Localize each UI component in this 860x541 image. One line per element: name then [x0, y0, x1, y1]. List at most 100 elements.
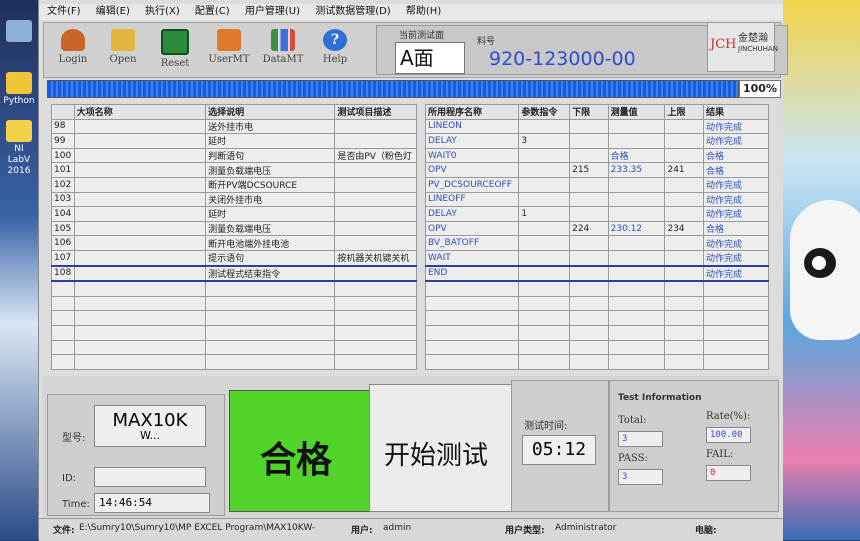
table-cell — [73, 147, 207, 164]
id-field[interactable] — [94, 467, 206, 487]
table-cell — [607, 206, 666, 222]
table-cell — [664, 191, 705, 208]
table-cell — [73, 280, 207, 297]
table-row[interactable]: DELAY 3 动作完成 — [424, 133, 769, 149]
table-row[interactable]: PV_DCSOURCEOFF 动作完成 — [424, 176, 769, 193]
table-cell — [73, 354, 207, 370]
desktop-icon-python[interactable]: Python — [2, 72, 36, 107]
table-cell: 234 — [664, 220, 705, 237]
table-row[interactable] — [424, 339, 769, 356]
table-row[interactable]: 105 测量负载端电压 — [51, 220, 417, 237]
menu-test-data[interactable]: 测试数据管理(D) — [315, 4, 391, 20]
table-cell — [607, 295, 666, 312]
table-cell: 103 — [51, 191, 75, 208]
desktop-icon-labview[interactable]: NI LabV 2016 — [2, 120, 36, 177]
table-cell — [334, 310, 417, 326]
table-row[interactable] — [51, 280, 417, 297]
table-cell — [703, 324, 769, 341]
table-row[interactable]: DELAY 1 动作完成 — [424, 206, 769, 222]
time-label: Time: — [62, 499, 90, 510]
table-cell — [518, 162, 571, 178]
table-cell: 动作完成 — [703, 235, 769, 251]
table-row[interactable] — [51, 310, 417, 326]
open-label: Open — [109, 54, 137, 65]
menu-user-mgmt[interactable]: 用户管理(U) — [245, 4, 300, 20]
table-row[interactable] — [51, 339, 417, 356]
menu-help[interactable]: 帮助(H) — [406, 4, 441, 20]
open-button[interactable]: Open — [100, 29, 146, 65]
table-cell — [334, 339, 417, 356]
table-row[interactable]: 107 提示语句 按机器关机键关机 — [51, 249, 417, 267]
table-row[interactable]: LINEON 动作完成 — [424, 118, 769, 135]
user-type-value: Administrator — [555, 523, 617, 533]
table-cell — [518, 249, 571, 267]
usermt-button[interactable]: UserMT — [206, 29, 252, 65]
menu-file[interactable]: 文件(F) — [47, 4, 81, 20]
table-row[interactable]: 102 断开PV端DCSOURCE — [51, 176, 417, 193]
table-cell: 108 — [51, 264, 75, 283]
table-row[interactable]: 98 送外挂市电 — [51, 118, 417, 135]
table-cell — [569, 191, 609, 208]
help-button[interactable]: ? Help — [312, 29, 358, 65]
table-row[interactable]: 101 测量负载端电压 — [51, 162, 417, 178]
table-cell — [664, 324, 705, 341]
file-label: 文件: — [53, 526, 75, 536]
table-cell: 230.12 — [607, 220, 666, 237]
table-cell — [569, 133, 609, 149]
table-cell: 按机器关机键关机 — [334, 249, 417, 267]
table-row[interactable] — [424, 310, 769, 326]
table-row[interactable]: LINEOFF 动作完成 — [424, 191, 769, 208]
table-cell — [607, 235, 666, 251]
table-cell: 合格 — [703, 162, 769, 178]
start-test-button[interactable]: 开始测试 — [369, 384, 513, 512]
table-cell: 224 — [569, 220, 609, 237]
table-cell — [51, 280, 75, 297]
table-row[interactable] — [424, 280, 769, 297]
table-cell — [518, 339, 571, 356]
table-row[interactable]: 99 延时 — [51, 133, 417, 149]
col-header-program: 所用程序名称 — [424, 104, 520, 120]
login-button[interactable]: Login — [50, 29, 96, 65]
table-cell — [73, 176, 207, 193]
table-row[interactable]: WAIT 动作完成 — [424, 249, 769, 267]
table-cell: LINEOFF — [424, 191, 520, 208]
table-row[interactable]: END 动作完成 — [424, 264, 769, 283]
table-row[interactable]: OPV 224 230.12 234 合格 — [424, 220, 769, 237]
table-cell — [73, 206, 207, 222]
table-cell — [569, 280, 609, 297]
menu-edit[interactable]: 编辑(E) — [96, 4, 130, 20]
table-row[interactable] — [424, 295, 769, 312]
table-cell — [424, 354, 520, 370]
table-cell: 测量负载端电压 — [205, 220, 336, 237]
table-row[interactable] — [51, 354, 417, 370]
table-row[interactable] — [424, 354, 769, 370]
progress-percent: 100% — [739, 80, 781, 98]
table-row[interactable]: 104 延时 — [51, 206, 417, 222]
table-row[interactable]: OPV 215 233.35 241 合格 — [424, 162, 769, 178]
panda-image — [790, 200, 860, 340]
menu-config[interactable]: 配置(C) — [195, 4, 230, 20]
table-row[interactable] — [424, 324, 769, 341]
table-row[interactable] — [51, 324, 417, 341]
table-cell: DELAY — [424, 133, 520, 149]
datamt-button[interactable]: DataMT — [260, 29, 306, 65]
reset-button[interactable]: Reset — [152, 29, 198, 69]
table-cell — [607, 133, 666, 149]
table-cell — [569, 249, 609, 267]
table-row[interactable] — [51, 295, 417, 312]
table-cell — [664, 310, 705, 326]
desktop-icon-1[interactable] — [2, 20, 36, 44]
table-cell — [703, 310, 769, 326]
menu-execute[interactable]: 执行(X) — [145, 4, 180, 20]
table-row[interactable]: 106 断开电池端外挂电池 — [51, 235, 417, 251]
table-cell — [334, 118, 417, 135]
table-row[interactable]: 100 判断语句 是否由PV（粉色灯 — [51, 147, 417, 164]
table-cell — [205, 324, 336, 341]
table-cell — [73, 310, 207, 326]
table-row[interactable]: 108 测试程式结束指令 — [51, 264, 417, 283]
table-row[interactable]: 103 关闭外挂市电 — [51, 191, 417, 208]
table-row[interactable]: BV_BATOFF 动作完成 — [424, 235, 769, 251]
table-row[interactable]: WAIT0 合格 合格 — [424, 147, 769, 164]
test-items-table: 大项名称 选择说明 测试项目描述 98 送外挂市电 99 延时 100 判断语句 是否由PV… — [51, 104, 417, 370]
table-cell: 107 — [51, 249, 75, 267]
